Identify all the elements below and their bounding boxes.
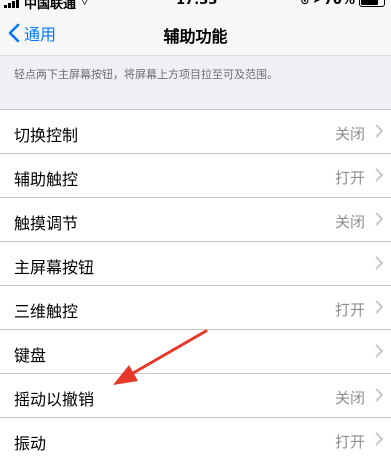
- battery-icon: [359, 0, 385, 7]
- battery-percent: 70%: [323, 0, 355, 8]
- navigation-bar: 通用 辅助功能: [0, 11, 391, 56]
- chevron-right-icon: [375, 124, 383, 138]
- chevron-right-icon: [375, 168, 383, 182]
- row-label: 触摸调节: [14, 214, 79, 233]
- row-label: 主屏幕按钮: [14, 258, 95, 277]
- signal-icon: [4, 0, 20, 8]
- chevron-right-icon: [375, 344, 383, 358]
- chevron-right-icon: [375, 256, 383, 270]
- chevron-right-icon: [375, 212, 383, 226]
- row-3d-touch[interactable]: 三维触控 打开: [0, 286, 391, 330]
- rotation-lock-icon: ⊙: [300, 0, 310, 7]
- row-keyboard[interactable]: 键盘: [0, 330, 391, 374]
- row-value: 关闭: [334, 213, 365, 231]
- reachability-hint-area: 轻点两下主屏幕按钮，将屏幕上方项目拉至可及范围。: [0, 56, 391, 108]
- row-label: 振动: [14, 434, 47, 453]
- chevron-right-icon: [375, 388, 383, 402]
- chevron-right-icon: [375, 300, 383, 314]
- status-time: 17:33: [176, 0, 218, 8]
- reachability-hint: 轻点两下主屏幕按钮，将屏幕上方项目拉至可及范围。: [14, 68, 278, 81]
- row-value: 打开: [334, 169, 365, 187]
- wifi-icon: ⌔: [80, 0, 90, 8]
- row-value: 关闭: [334, 125, 365, 143]
- row-label: 三维触控: [14, 302, 79, 321]
- row-label: 键盘: [14, 346, 47, 365]
- chevron-right-icon: [375, 432, 383, 446]
- row-label: 切换控制: [14, 126, 79, 145]
- row-shake-to-undo[interactable]: 摇动以撤销 关闭: [0, 374, 391, 418]
- location-icon: ➤: [312, 0, 321, 6]
- row-home-button[interactable]: 主屏幕按钮: [0, 242, 391, 286]
- row-value: 打开: [334, 433, 365, 451]
- row-touch-accommodations[interactable]: 触摸调节 关闭: [0, 198, 391, 242]
- settings-list: 切换控制 关闭 辅助触控 打开 触摸调节 关闭 主屏幕按钮 三维触控 打开 键盘…: [0, 109, 391, 461]
- row-value: 打开: [334, 301, 365, 319]
- row-switch-control[interactable]: 切换控制 关闭: [0, 110, 391, 154]
- page-title: 辅助功能: [163, 27, 228, 46]
- row-vibration[interactable]: 振动 打开: [0, 418, 391, 461]
- row-assistive-touch[interactable]: 辅助触控 打开: [0, 154, 391, 198]
- row-label: 摇动以撤销: [14, 390, 95, 409]
- status-right: ⊙ ➤ 70%: [300, 0, 385, 8]
- row-value: 关闭: [334, 389, 365, 407]
- status-bar: 中国联通 ⌔ 17:33 ⊙ ➤ 70%: [0, 0, 391, 12]
- row-label: 辅助触控: [14, 170, 79, 189]
